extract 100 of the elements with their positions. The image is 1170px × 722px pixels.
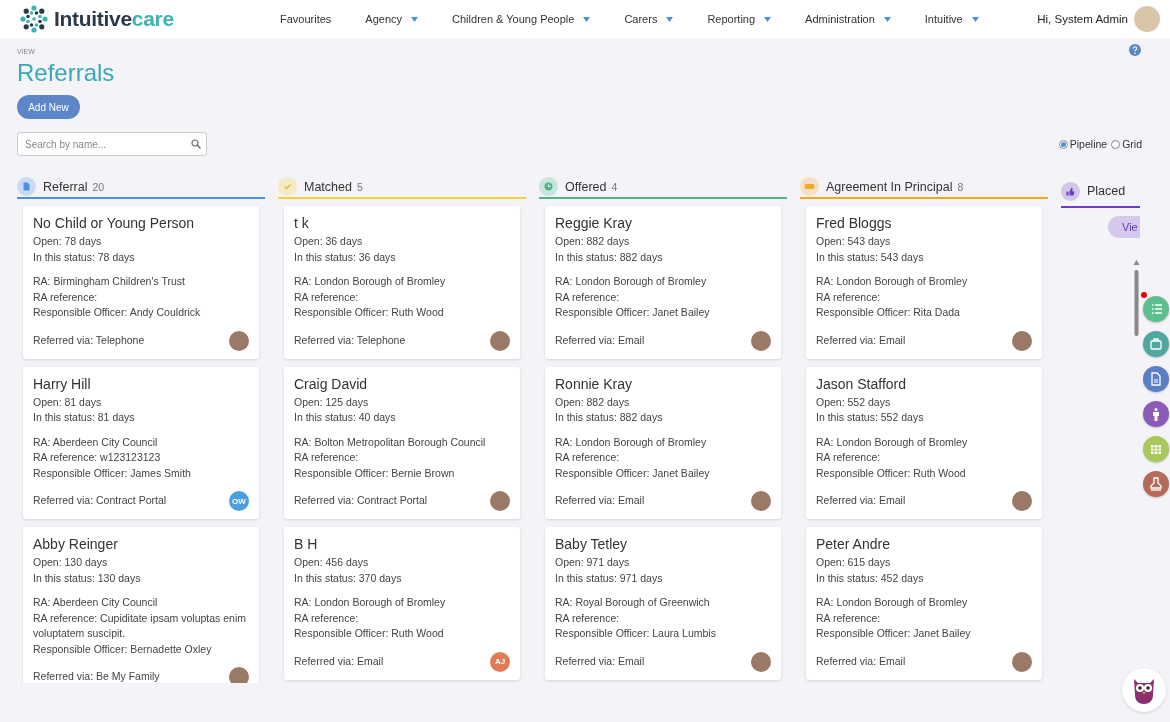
authority-text: RA: Royal Borough of Greenwich <box>555 595 711 610</box>
card-title: Fred Bloggs <box>816 214 893 233</box>
open-days-text: Open: 78 days <box>33 234 103 249</box>
page-title: Referrals <box>17 58 116 88</box>
nav-menu-item[interactable]: Children & Young People <box>452 13 591 25</box>
caret-icon <box>764 16 772 22</box>
count-text: 4 <box>611 180 618 193</box>
avatar-photo <box>490 491 510 511</box>
nav-menu-item[interactable]: Reporting <box>707 13 772 25</box>
radio-button[interactable] <box>1111 139 1121 149</box>
help-icon[interactable] <box>1129 44 1141 56</box>
avatar-photo <box>490 330 510 351</box>
search-icon <box>191 139 201 149</box>
open-days-text: Open: 456 days <box>294 555 370 570</box>
status-days-text: In this status: 452 days <box>816 570 925 586</box>
authority-text: RA: Bolton Metropolitan Borough Council <box>294 434 487 450</box>
officer-text: Responsible Officer: Ruth Wood <box>294 626 445 641</box>
authority-text: RA: London Borough of Bromley <box>816 274 969 289</box>
search-field[interactable]: Search by name... <box>17 132 207 156</box>
initials-avatar: AJ <box>490 651 510 672</box>
authority-text: RA: London Borough of Bromley <box>555 434 708 450</box>
referred-via-text: Referred via: Email <box>816 653 906 669</box>
column-title: Agreement In Principal <box>826 179 953 194</box>
card-title: Ronnie Kray <box>555 374 634 394</box>
officer-text: Responsible Officer: Laura Lumbis <box>555 626 717 641</box>
open-days-text: Open: 882 days <box>555 234 631 249</box>
stage-icon <box>1061 181 1080 201</box>
nav-menu-item[interactable]: Favourites <box>280 13 332 25</box>
authority-text: RA: Birmingham Children's Trust <box>33 274 186 289</box>
avatar-photo <box>751 330 771 351</box>
referred-via-text: Referred via: Email <box>555 493 645 509</box>
referred-via-text: Referred via: Email <box>816 332 906 348</box>
officer-text: Responsible Officer: James Smith <box>33 465 192 481</box>
reference-text: RA reference: <box>294 610 360 626</box>
caret-icon <box>411 16 419 22</box>
reference-text: RA reference: <box>816 610 882 626</box>
nav-menu-item[interactable]: Administration <box>805 13 891 25</box>
officer-text: Responsible Officer: Ruth Wood <box>294 305 445 320</box>
nav-menu-item[interactable]: Agency <box>365 13 419 25</box>
view-option[interactable]: Pipeline <box>1058 138 1108 150</box>
view-option[interactable]: Grid <box>1111 138 1142 150</box>
officer-text: Responsible Officer: Bernadette Oxley <box>33 641 213 657</box>
radio-button[interactable] <box>1058 139 1068 149</box>
open-days-text: Open: 882 days <box>555 394 631 410</box>
card-title: Reggie Kray <box>555 214 634 233</box>
side-action-button[interactable] <box>1143 471 1169 497</box>
reference-text: RA reference: <box>555 610 621 626</box>
column-title: Placed <box>1087 184 1126 198</box>
status-days-text: In this status: 81 days <box>33 410 136 425</box>
authority-text: RA: London Borough of Bromley <box>294 595 447 610</box>
view-button[interactable]: Vie <box>1108 216 1140 238</box>
nav-menu-item[interactable]: Intuitive <box>924 13 979 25</box>
reference-text: RA reference: <box>555 289 621 305</box>
side-action-button[interactable] <box>1143 331 1169 357</box>
status-days-text: In this status: 78 days <box>33 249 136 265</box>
authority-text: RA: London Borough of Bromley <box>816 434 969 450</box>
logo-text: Intuitivecare <box>54 7 174 31</box>
card-title: Peter Andre <box>816 535 891 554</box>
caret-icon <box>883 16 891 22</box>
open-days-text: Open: 971 days <box>555 555 631 570</box>
officer-text: Responsible Officer: Janet Bailey <box>816 626 972 641</box>
count-text: 8 <box>957 180 964 193</box>
referred-via-text: Referred via: Email <box>816 493 906 509</box>
open-days-text: Open: 130 days <box>33 555 109 570</box>
referred-via-text: Referred via: Contract Portal <box>294 493 428 509</box>
status-days-text: In this status: 882 days <box>555 410 664 425</box>
open-days-text: Open: 125 days <box>294 394 370 410</box>
avatar-photo[interactable] <box>1134 6 1160 32</box>
logo-icon <box>18 3 50 35</box>
status-days-text: In this status: 971 days <box>555 570 664 586</box>
status-days-text: In this status: 370 days <box>294 570 403 586</box>
officer-text: Responsible Officer: Bernie Brown <box>294 465 456 481</box>
officer-text: Responsible Officer: Janet Bailey <box>555 465 711 481</box>
officer-text: Responsible Officer: Ruth Wood <box>816 465 967 481</box>
add-new-button[interactable]: Add New <box>17 95 80 119</box>
initials-avatar: OW <box>229 491 249 511</box>
side-action-button[interactable] <box>1143 366 1169 392</box>
authority-text: RA: London Borough of Bromley <box>816 595 969 610</box>
referred-via-text: Referred via: Email <box>555 653 645 669</box>
reference-text: RA reference: <box>555 450 621 465</box>
card-title: Craig David <box>294 374 369 394</box>
nav-menu-item[interactable]: Carers <box>624 13 674 25</box>
card-title: Baby Tetley <box>555 535 629 554</box>
authority-text: RA: London Borough of Bromley <box>294 274 447 289</box>
status-days-text: In this status: 36 days <box>294 249 397 265</box>
side-action-button[interactable] <box>1143 401 1169 427</box>
referred-via-text: Referred via: Email <box>555 332 645 348</box>
status-days-text: In this status: 130 days <box>33 570 142 586</box>
caret-icon <box>666 16 674 22</box>
caret-icon <box>583 16 591 22</box>
reference-text: RA reference: <box>33 289 99 305</box>
officer-text: Responsible Officer: Janet Bailey <box>555 305 711 320</box>
referred-via-text: Referred via: Telephone <box>294 332 406 348</box>
avatar-photo <box>1012 330 1032 351</box>
owl-assistant-button[interactable] <box>1122 668 1166 712</box>
reference-text: RA reference: <box>816 450 882 465</box>
open-days-text: Open: 36 days <box>294 234 364 249</box>
stage-icon <box>539 177 558 196</box>
referred-via-text: Referred via: Telephone <box>33 332 145 348</box>
status-days-text: In this status: 543 days <box>816 249 925 265</box>
